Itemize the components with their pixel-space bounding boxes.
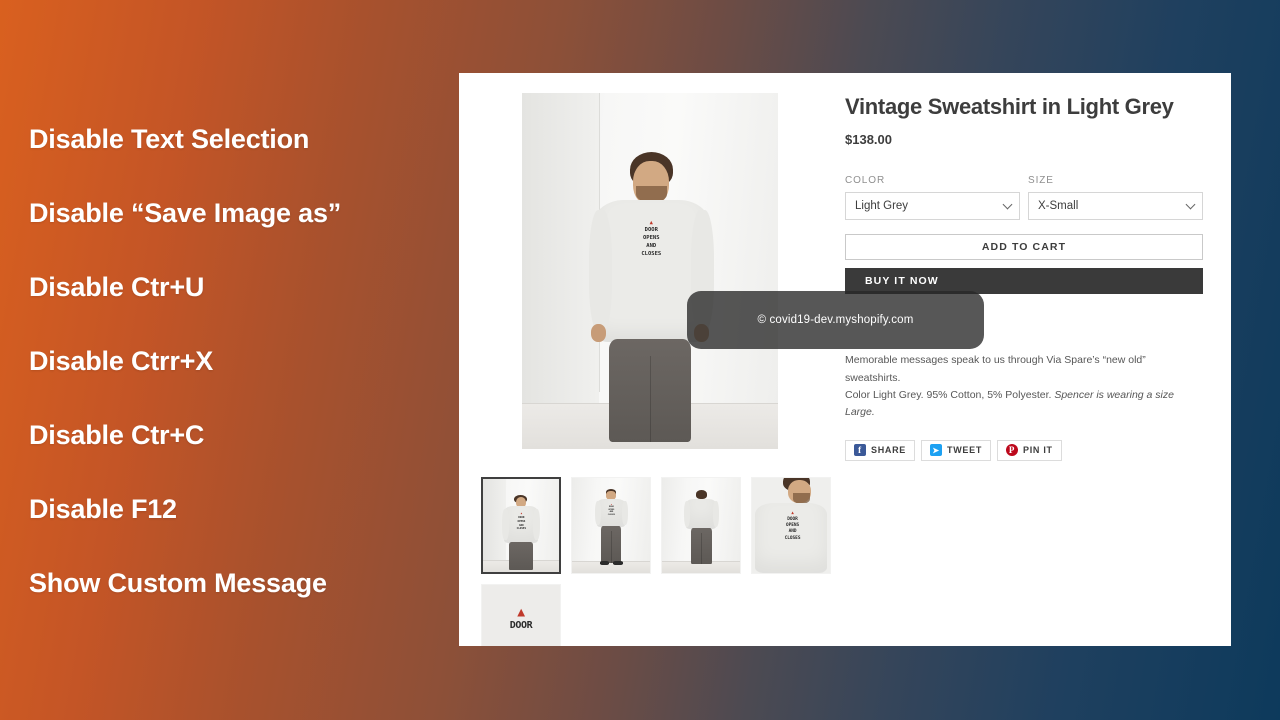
print-line-1: DOOR [644,226,658,233]
photo-sleeve-left [588,210,612,332]
size-label: SIZE [1028,175,1054,187]
description-line-2: Color Light Grey. 95% Cotton, 5% Polyest… [845,388,1055,401]
facebook-icon: f [854,444,866,457]
print-line-4: CLOSES [641,250,662,257]
product-options: COLOR Light Grey SIZE X-Small [845,175,1203,221]
add-to-cart-button[interactable]: ADD TO CART [845,234,1203,261]
thumbnail-print-closeup[interactable]: ▲ DOOR [481,584,561,646]
feature-item-ctrl-u: Disable Ctr+U [29,272,205,302]
option-group-color: COLOR Light Grey [845,175,1020,221]
thumbnail-back-view[interactable] [661,477,741,574]
size-selected-value: X-Small [1038,200,1079,213]
print-line-2: OPENS [642,234,660,241]
product-price: $138.00 [845,132,892,148]
product-details: Vintage Sweatshirt in Light Grey $138.00… [845,93,1203,461]
share-twitter-label: TWEET [947,445,983,456]
thumbnail-full-body[interactable]: ▲ DOOR OPENS AND CLOSES [571,477,651,574]
pinterest-icon: P [1006,444,1019,457]
hero-product-image[interactable]: ▲ DOOR OPENS AND CLOSES [522,93,778,449]
feature-list: Disable Text Selection Disable “Save Ima… [29,126,459,644]
photo-chest-print: ▲ DOOR OPENS AND CLOSES [627,221,676,258]
copy-protection-overlay: © covid19-dev.myshopify.com [687,291,984,349]
feature-item-custom-message: Show Custom Message [29,568,327,598]
color-selected-value: Light Grey [855,200,909,213]
product-description: Memorable messages speak to us through V… [845,352,1203,421]
feature-item-f12: Disable F12 [29,494,177,524]
copy-protection-message: © covid19-dev.myshopify.com [757,314,914,326]
product-page-panel: ▲ DOOR OPENS AND CLOSES ▲ DOOR OPENS AND… [459,73,1231,646]
feature-item-ctrl-x: Disable Ctrr+X [29,346,214,376]
color-select[interactable]: Light Grey [845,192,1020,221]
share-twitter-button[interactable]: ➤ TWEET [921,439,992,461]
color-label: COLOR [845,175,886,187]
share-pinterest-label: PIN IT [1023,445,1053,456]
description-line-1: Memorable messages speak to us through V… [845,354,1146,384]
size-select[interactable]: X-Small [1028,192,1203,221]
photo-wall [522,93,599,449]
thumbnail-strip: ▲ DOOR OPENS AND CLOSES ▲ DOOR OPENS AND… [481,477,841,646]
chevron-down-icon [1185,199,1196,210]
option-group-size: SIZE X-Small [1028,175,1203,221]
feature-item-ctrl-c: Disable Ctr+C [29,420,205,450]
thumbnail-front-view[interactable]: ▲ DOOR OPENS AND CLOSES [481,477,561,574]
share-facebook-label: SHARE [871,445,907,456]
photo-leg-split [650,356,651,442]
product-title: Vintage Sweatshirt in Light Grey [845,94,1174,119]
chevron-down-icon [1002,199,1013,210]
twitter-icon: ➤ [930,444,943,457]
product-photo-front: ▲ DOOR OPENS AND CLOSES [522,93,778,449]
print-line-3: AND [646,242,657,249]
feature-item-save-image: Disable “Save Image as” [29,198,342,228]
feature-item-text-selection: Disable Text Selection [29,124,310,154]
share-facebook-button[interactable]: f SHARE [845,439,916,461]
thumbnail-chest-detail[interactable]: ▲ DOOR OPENS AND CLOSES [751,477,831,574]
share-buttons: f SHARE ➤ TWEET P PIN IT [845,439,1203,461]
share-pinterest-button[interactable]: P PIN IT [997,439,1062,461]
